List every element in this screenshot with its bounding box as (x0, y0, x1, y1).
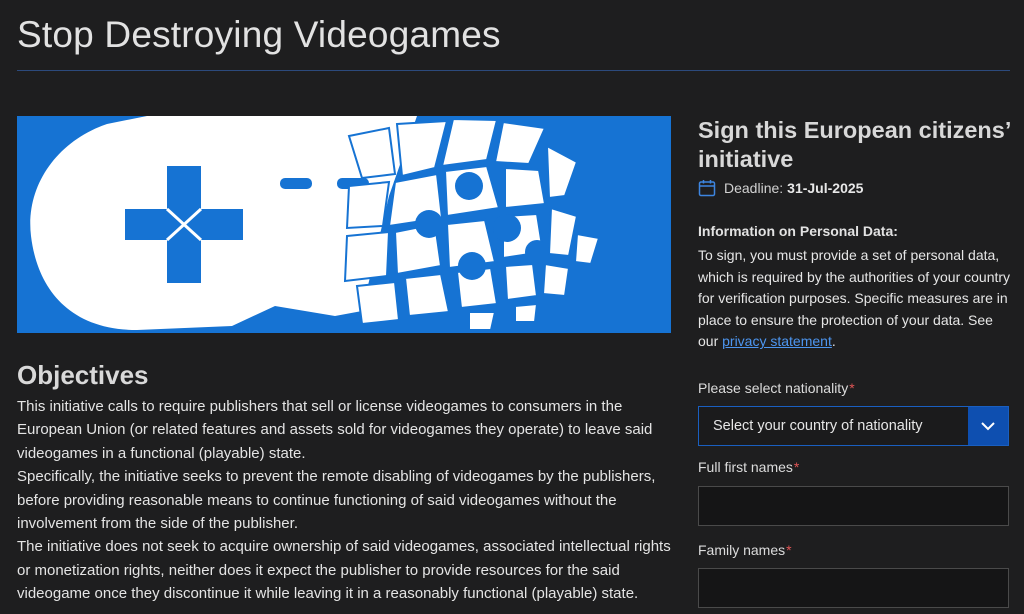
objectives-text: This initiative calls to require publish… (17, 395, 677, 606)
nationality-select[interactable]: Select your country of nationality (698, 406, 1009, 446)
deadline-label: Deadline: (724, 180, 784, 196)
deadline: Deadline: 31-Jul-2025 (698, 179, 1014, 197)
required-marker: * (793, 459, 800, 475)
objectives-paragraph: This initiative calls to require publish… (17, 398, 653, 462)
objectives-paragraph: Specifically, the initiative seeks to pr… (17, 468, 656, 533)
title-divider (17, 70, 1010, 71)
objectives-section: Objectives This initiative calls to requ… (17, 360, 677, 606)
family-names-input[interactable] (698, 568, 1009, 608)
personal-data-text: To sign, you must provide a set of perso… (698, 245, 1014, 353)
sign-panel: Sign this European citizens’ initiative … (698, 116, 1014, 353)
calendar-icon (698, 179, 716, 197)
personal-data-end: . (831, 333, 836, 350)
first-names-input[interactable] (698, 486, 1009, 526)
chevron-down-icon[interactable] (968, 407, 1008, 445)
family-names-label: Family names* (698, 542, 792, 558)
required-marker: * (849, 380, 855, 396)
page-title: Stop Destroying Videogames (17, 14, 501, 55)
personal-data-title: Information on Personal Data: (698, 223, 898, 239)
family-names-label-text: Family names (698, 542, 786, 558)
deadline-value: 31-Jul-2025 (787, 180, 864, 196)
privacy-statement-link[interactable]: privacy statement (722, 333, 832, 349)
objectives-heading: Objectives (17, 360, 149, 390)
hero-banner (17, 116, 671, 333)
objectives-paragraph: The initiative does not seek to acquire … (17, 538, 671, 603)
required-marker: * (786, 542, 792, 558)
nationality-select-value: Select your country of nationality (713, 418, 923, 434)
first-names-label: Full first names* (698, 459, 799, 475)
broken-controller-illustration (17, 116, 671, 333)
nationality-label: Please select nationality* (698, 380, 855, 396)
nationality-label-text: Please select nationality (698, 380, 849, 396)
first-names-label-text: Full first names (698, 459, 793, 475)
sign-title: Sign this European citizens’ initiative (698, 117, 1011, 172)
